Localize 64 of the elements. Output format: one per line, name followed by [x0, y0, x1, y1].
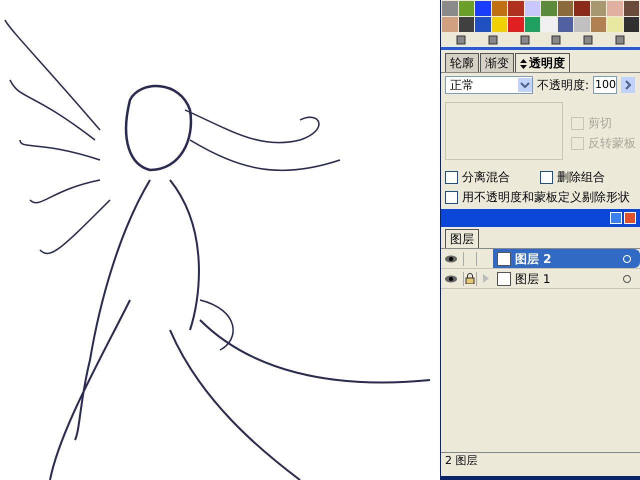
- swatch[interactable]: [541, 17, 556, 32]
- swatch[interactable]: [508, 17, 524, 32]
- swatch[interactable]: [590, 17, 606, 32]
- checkbox[interactable]: [540, 170, 553, 184]
- eye-icon[interactable]: [444, 274, 458, 284]
- chevron-right-icon[interactable]: [621, 77, 636, 93]
- swatch[interactable]: [558, 17, 573, 32]
- toolbar-icon[interactable]: [583, 35, 594, 45]
- swatch[interactable]: [442, 1, 458, 16]
- layer-row[interactable]: 图层 1: [493, 269, 640, 288]
- toolbar-icon[interactable]: [456, 35, 466, 45]
- checkbox-label: 删除组合: [557, 169, 605, 186]
- swatch[interactable]: [541, 1, 556, 16]
- swatch[interactable]: [574, 1, 590, 16]
- eye-icon[interactable]: [444, 254, 458, 264]
- swatch[interactable]: [492, 17, 507, 32]
- swatch[interactable]: [607, 1, 622, 16]
- chevron-down-icon: [518, 78, 532, 92]
- toolbar-icon[interactable]: [520, 35, 530, 45]
- swatch[interactable]: [624, 1, 639, 16]
- expand-triangle-icon[interactable]: [483, 274, 489, 283]
- swatch[interactable]: [475, 1, 490, 16]
- layer-thumbnail: [497, 252, 511, 266]
- checkbox-label: 剪切: [588, 115, 612, 132]
- checkbox-label: 分离混合: [462, 169, 510, 186]
- layer-thumbnail: [497, 272, 511, 286]
- checkbox[interactable]: [445, 170, 458, 184]
- blend-mode-dropdown[interactable]: 正常: [445, 76, 533, 94]
- swatch[interactable]: [607, 17, 622, 32]
- swatch[interactable]: [524, 1, 540, 16]
- up-down-arrows-icon: [520, 58, 527, 69]
- swatch[interactable]: [442, 17, 458, 32]
- swatch[interactable]: [492, 1, 507, 16]
- swatch[interactable]: [574, 17, 590, 32]
- swatch[interactable]: [624, 17, 639, 32]
- layer-name: 图层 2: [515, 250, 553, 268]
- target-circle-icon[interactable]: [622, 274, 632, 284]
- swatch[interactable]: [590, 1, 606, 16]
- layer-name: 图层 1: [515, 270, 552, 288]
- layer-count: 2 图层: [445, 453, 478, 470]
- swatch[interactable]: [558, 1, 573, 16]
- swatch[interactable]: [475, 17, 490, 32]
- lock-toggle[interactable]: [463, 272, 477, 286]
- swatch[interactable]: [508, 1, 524, 16]
- checkbox-label: 用不透明度和蒙板定义剔除形状: [462, 189, 630, 206]
- close-button[interactable]: [624, 212, 636, 224]
- panel-tab[interactable]: 透明度: [515, 53, 570, 72]
- lock-toggle[interactable]: [463, 252, 477, 266]
- swatch[interactable]: [524, 17, 540, 32]
- panel-tab[interactable]: 轮廓: [445, 53, 479, 72]
- checkbox-label: 反转蒙板: [588, 135, 636, 152]
- opacity-field[interactable]: 100: [593, 76, 618, 94]
- lock-icon: [465, 273, 475, 284]
- checkbox[interactable]: [445, 190, 458, 204]
- layer-row[interactable]: 图层 2: [493, 249, 640, 268]
- toolbar-icon[interactable]: [488, 35, 498, 45]
- toolbar-icon[interactable]: [551, 35, 562, 45]
- toolbar-icon[interactable]: [615, 35, 626, 45]
- swatch[interactable]: [458, 1, 474, 16]
- panel-tab[interactable]: 渐变: [480, 53, 514, 72]
- swatch[interactable]: [458, 17, 474, 32]
- opacity-label: 不透明度:: [537, 77, 590, 94]
- panel-tab[interactable]: 图层: [445, 229, 479, 248]
- minimize-button[interactable]: [610, 212, 622, 224]
